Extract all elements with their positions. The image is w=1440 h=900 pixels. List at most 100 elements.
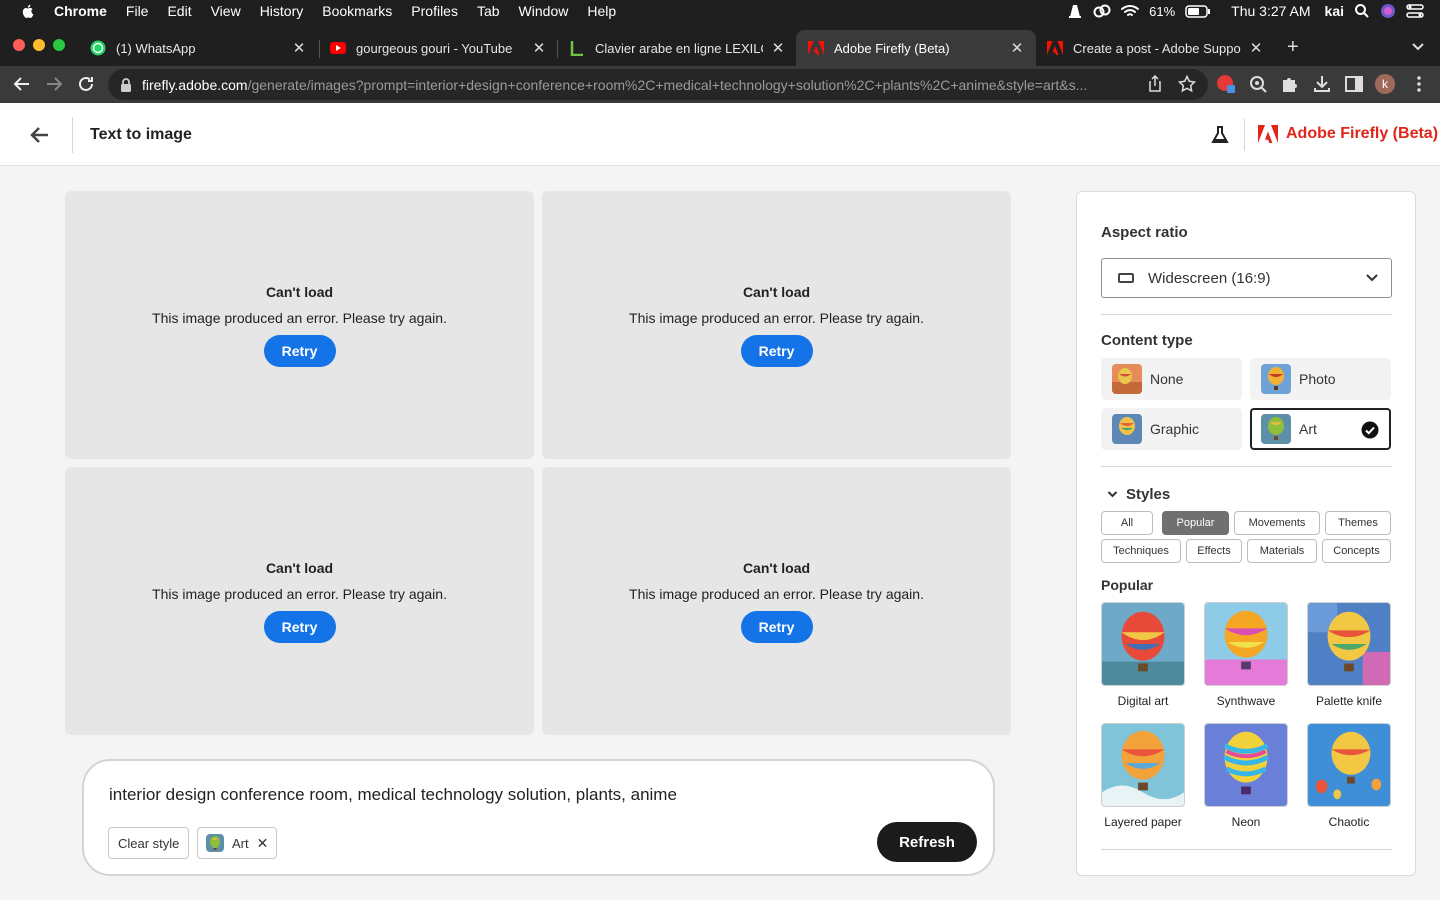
bookmark-star-icon[interactable]: [1178, 75, 1196, 93]
style-palette-knife[interactable]: Palette knife: [1307, 602, 1391, 708]
retry-button[interactable]: Retry: [263, 611, 336, 643]
beaker-icon[interactable]: [1210, 125, 1230, 145]
error-title: Can't load: [742, 560, 811, 576]
back-arrow-icon[interactable]: [12, 74, 32, 94]
extension-lens-icon[interactable]: [1248, 74, 1268, 94]
extension-red-icon[interactable]: [1216, 74, 1236, 94]
url-text[interactable]: firefly.adobe.com/generate/images?prompt…: [142, 77, 1142, 93]
tab-close-icon[interactable]: ✕: [292, 39, 306, 57]
style-category-popular[interactable]: Popular: [1162, 511, 1229, 535]
battery-icon[interactable]: [1185, 4, 1211, 18]
content-type-graphic[interactable]: Graphic: [1101, 408, 1242, 450]
styles-section-toggle[interactable]: Styles: [1107, 486, 1170, 503]
style-chaotic[interactable]: Chaotic: [1307, 723, 1391, 829]
menu-help[interactable]: Help: [587, 3, 616, 19]
browser-tab-whatsapp[interactable]: (1) WhatsApp ✕: [78, 30, 318, 66]
style-digital-art[interactable]: Digital art: [1101, 602, 1185, 708]
menu-file[interactable]: File: [126, 3, 149, 19]
new-tab-icon[interactable]: +: [1287, 36, 1299, 59]
close-window-button[interactable]: [13, 39, 25, 51]
style-layered-paper[interactable]: Layered paper: [1101, 723, 1185, 829]
menu-profiles[interactable]: Profiles: [411, 3, 458, 19]
refresh-button[interactable]: Refresh: [877, 822, 977, 862]
spotlight-search-icon[interactable]: [1354, 3, 1370, 19]
style-category-movements[interactable]: Movements: [1234, 511, 1320, 535]
error-title: Can't load: [265, 560, 334, 576]
style-neon[interactable]: Neon: [1204, 723, 1288, 829]
retry-button[interactable]: Retry: [263, 335, 336, 367]
retry-button[interactable]: Retry: [740, 611, 813, 643]
synthwave-thumbnail: [1204, 602, 1288, 686]
menu-edit[interactable]: Edit: [167, 3, 191, 19]
menu-window[interactable]: Window: [519, 3, 569, 19]
forward-arrow-icon[interactable]: [44, 74, 64, 94]
browser-tab-adobe-community[interactable]: Create a post - Adobe Support Community …: [1035, 30, 1275, 66]
retry-button[interactable]: Retry: [740, 335, 813, 367]
remove-chip-icon[interactable]: ✕: [257, 835, 269, 852]
aspect-ratio-select[interactable]: Widescreen (16:9): [1101, 258, 1392, 298]
graphic-thumbnail-icon: [1112, 414, 1142, 444]
brand-link[interactable]: Adobe Firefly (Beta): [1258, 125, 1438, 143]
style-synthwave[interactable]: Synthwave: [1204, 602, 1288, 708]
style-category-all[interactable]: All: [1101, 511, 1153, 535]
image-result-card: Can't load This image produced an error.…: [65, 191, 534, 459]
browser-tab-lexilogos[interactable]: Clavier arabe en ligne LEXILOGOS ✕: [557, 30, 797, 66]
prompt-input[interactable]: interior design conference room, medical…: [109, 785, 677, 805]
style-name: Digital art: [1117, 694, 1169, 708]
share-icon[interactable]: [1146, 75, 1164, 93]
zoom-window-button[interactable]: [53, 39, 65, 51]
reload-icon[interactable]: [76, 74, 96, 94]
style-category-materials[interactable]: Materials: [1247, 539, 1317, 563]
tab-search-chevron-icon[interactable]: [1411, 42, 1425, 52]
clear-style-button[interactable]: Clear style: [108, 827, 190, 859]
tab-close-icon[interactable]: ✕: [532, 39, 546, 57]
profile-avatar[interactable]: k: [1375, 74, 1395, 94]
menu-clock[interactable]: Thu 3:27 AM: [1231, 3, 1310, 19]
content-type-photo[interactable]: Photo: [1250, 358, 1391, 400]
style-chip-art[interactable]: Art ✕: [197, 827, 278, 859]
style-category-techniques[interactable]: Techniques: [1101, 539, 1181, 563]
download-icon[interactable]: [1312, 74, 1332, 94]
siri-icon[interactable]: [1380, 3, 1396, 19]
error-message: This image produced an error. Please try…: [629, 310, 924, 326]
menu-user[interactable]: kai: [1325, 3, 1344, 19]
style-chip-label: Art: [232, 835, 249, 851]
content-type-label: Content type: [1101, 332, 1193, 349]
back-arrow-icon[interactable]: [28, 123, 52, 147]
creative-cloud-icon[interactable]: [1093, 3, 1111, 19]
kebab-menu-icon[interactable]: [1409, 74, 1429, 94]
content-type-art[interactable]: Art: [1250, 408, 1391, 450]
settings-panel: Aspect ratio Widescreen (16:9) Content t…: [1076, 191, 1416, 876]
menu-app-name[interactable]: Chrome: [54, 3, 107, 19]
browser-tab-adobe-firefly[interactable]: Adobe Firefly (Beta) ✕: [796, 30, 1036, 66]
page-title: Text to image: [90, 126, 192, 143]
wifi-icon[interactable]: [1121, 4, 1140, 18]
battery-percent: 61%: [1149, 3, 1176, 19]
error-message: This image produced an error. Please try…: [629, 586, 924, 602]
minimize-window-button[interactable]: [33, 39, 45, 51]
menu-history[interactable]: History: [260, 3, 304, 19]
style-category-concepts[interactable]: Concepts: [1322, 539, 1391, 563]
side-panel-icon[interactable]: [1344, 74, 1364, 94]
browser-tab-youtube[interactable]: gourgeous gouri - YouTube ✕: [318, 30, 558, 66]
vlc-icon[interactable]: [1067, 3, 1083, 19]
menu-tab[interactable]: Tab: [477, 3, 500, 19]
control-center-icon[interactable]: [1406, 4, 1424, 18]
tab-close-icon[interactable]: ✕: [1249, 39, 1263, 57]
extensions-puzzle-icon[interactable]: [1280, 74, 1300, 94]
checkmark-icon: [1361, 421, 1379, 439]
style-category-effects[interactable]: Effects: [1186, 539, 1242, 563]
menu-view[interactable]: View: [211, 3, 241, 19]
menu-bookmarks[interactable]: Bookmarks: [322, 3, 392, 19]
content-type-none[interactable]: None: [1101, 358, 1242, 400]
error-title: Can't load: [265, 284, 334, 300]
address-bar[interactable]: firefly.adobe.com/generate/images?prompt…: [108, 69, 1208, 100]
tab-title: Clavier arabe en ligne LEXILOGOS: [595, 40, 763, 56]
apple-icon[interactable]: [20, 3, 36, 19]
lock-icon[interactable]: [120, 77, 132, 92]
style-category-themes[interactable]: Themes: [1325, 511, 1391, 535]
tab-close-icon[interactable]: ✕: [771, 39, 785, 57]
tab-close-icon[interactable]: ✕: [1010, 39, 1024, 57]
style-name: Neon: [1231, 815, 1261, 829]
chaotic-thumbnail: [1307, 723, 1391, 807]
